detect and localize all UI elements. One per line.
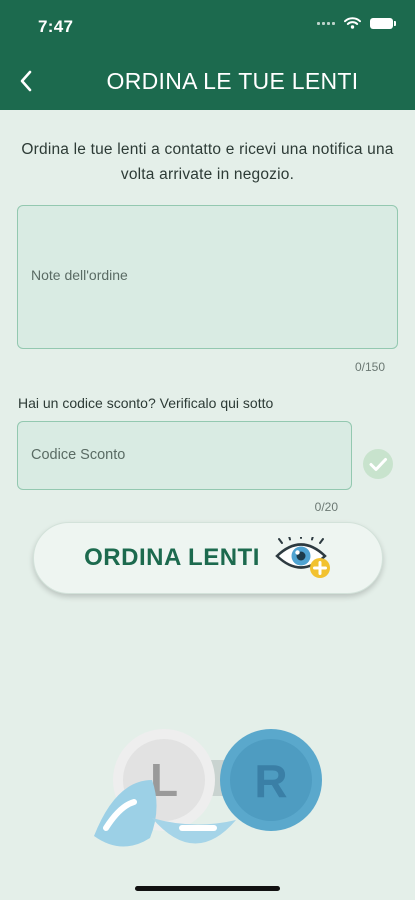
discount-code-field[interactable]: Codice Sconto <box>17 421 352 490</box>
home-indicator <box>135 886 280 891</box>
wifi-icon <box>344 17 361 29</box>
contact-lens-illustration: L R <box>94 729 322 847</box>
signal-icon <box>317 21 335 25</box>
order-lenses-label: ORDINA LENTI <box>84 544 260 571</box>
status-icons <box>317 17 396 29</box>
page-title: ORDINA LE TUE LENTI <box>106 68 359 94</box>
discount-label: Hai un codice sconto? Verificalo qui sot… <box>18 395 274 411</box>
battery-icon <box>370 17 396 29</box>
discount-code-placeholder: Codice Sconto <box>31 447 126 463</box>
order-notes-counter: 0/150 <box>354 360 385 374</box>
check-circle-icon[interactable] <box>362 448 394 480</box>
order-notes-field[interactable]: Note dell'ordine <box>17 205 398 349</box>
intro-text: Ordina le tue lenti a contatto e ricevi … <box>21 141 394 183</box>
right-lens-letter: R <box>254 755 287 807</box>
order-notes-placeholder: Note dell'ordine <box>31 267 128 283</box>
status-time: 7:47 <box>38 17 74 36</box>
eye-plus-icon <box>275 537 330 578</box>
discount-code-counter: 0/20 <box>314 500 338 514</box>
order-lenses-button[interactable]: ORDINA LENTI <box>33 522 383 594</box>
app-header: 7:47 ORDINA LE TUE LENTI <box>0 0 415 110</box>
contact-lens-left <box>94 780 157 847</box>
